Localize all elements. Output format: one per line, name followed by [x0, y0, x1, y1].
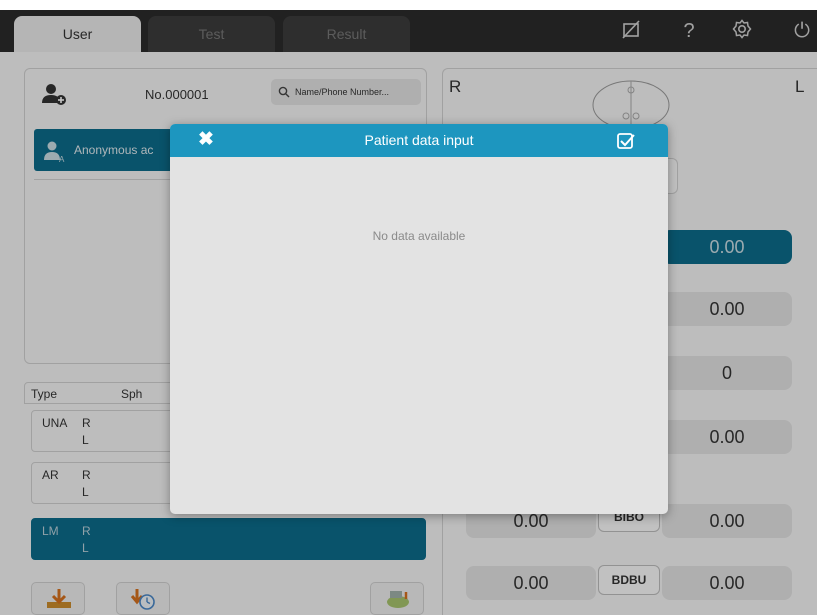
close-icon[interactable]: ✖ [194, 128, 218, 152]
empty-state-message: No data available [372, 229, 466, 243]
app-window: User Test Result ? ⏻ No.000001 Name/Phon… [0, 10, 817, 615]
confirm-check-icon[interactable] [616, 131, 636, 151]
dialog-title: Patient data input [364, 132, 474, 148]
patient-data-dialog: Patient data input ✖ No data available [170, 124, 668, 514]
dialog-header: Patient data input ✖ [170, 124, 668, 157]
